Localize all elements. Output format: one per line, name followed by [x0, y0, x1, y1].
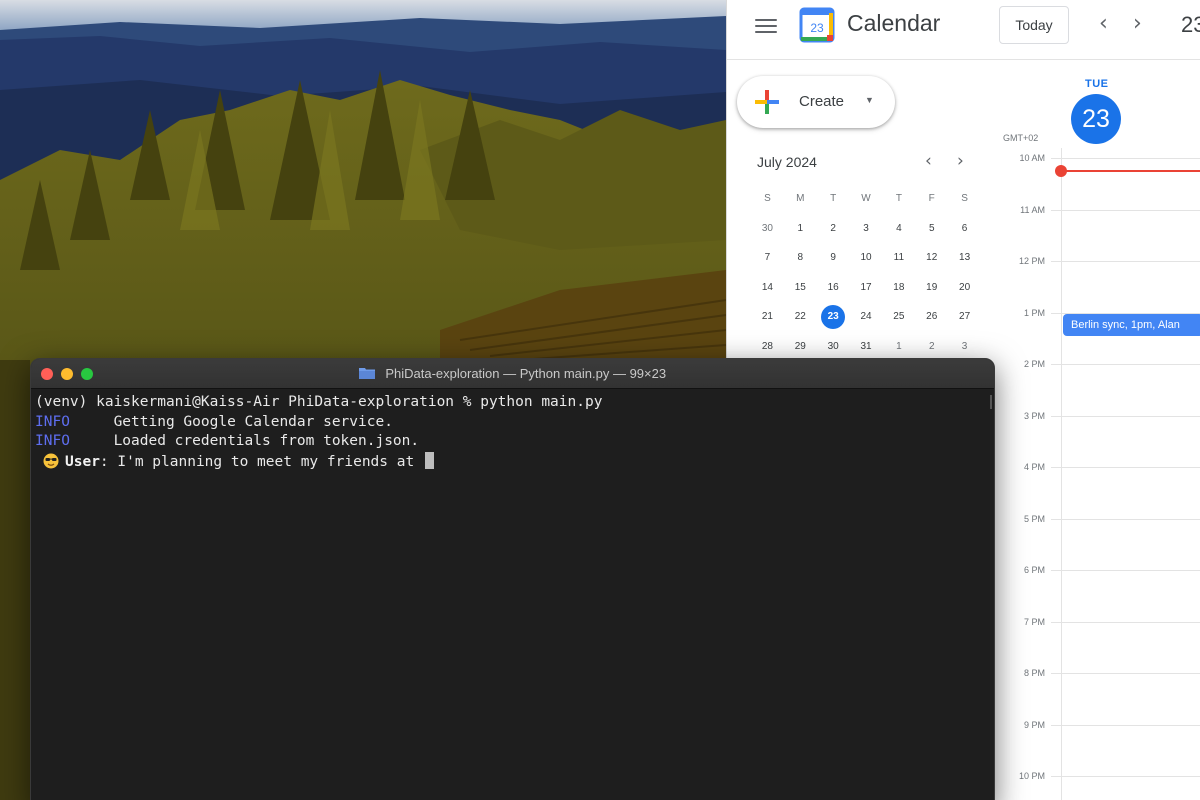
selected-day-number[interactable]: 23 — [1071, 94, 1121, 144]
hour-label: 10 PM — [1018, 771, 1045, 781]
terminal-prompt-line: (venv) kaiskermani@Kaiss-Air PhiData-exp… — [35, 393, 994, 413]
prev-period-icon[interactable]: ‹ — [1099, 12, 1108, 36]
log-level: INFO — [35, 413, 70, 430]
text-cursor — [424, 451, 434, 469]
user-input-line[interactable]: User: I'm planning to meet my friends at — [35, 451, 994, 473]
hour-label: 1 PM — [1023, 307, 1045, 318]
create-button[interactable]: Create ▼ — [737, 76, 895, 128]
hour-gridline — [1051, 467, 1200, 468]
calendar-header: 23 Calendar Today ‹ › 23 — [727, 0, 1200, 60]
timeline-divider — [1061, 148, 1062, 800]
caret-down-icon: ▼ — [865, 95, 874, 105]
terminal-titlebar[interactable]: PhiData-exploration — Python main.py — 9… — [31, 359, 994, 389]
terminal-window: PhiData-exploration — Python main.py — 9… — [30, 358, 995, 800]
hour-gridline — [1051, 570, 1200, 571]
scrollbar[interactable] — [990, 395, 992, 409]
hour-gridline — [1051, 158, 1200, 159]
user-label: User — [65, 453, 100, 470]
log-message: Getting Google Calendar service. — [113, 413, 393, 430]
hour-label: 5 PM — [1023, 513, 1045, 524]
hour-gridline — [1051, 415, 1200, 417]
hour-gridline — [1051, 261, 1200, 262]
header-date-label: 23 — [1181, 12, 1200, 37]
calendar-logo-icon: 23 — [799, 7, 835, 43]
next-period-icon[interactable]: › — [1133, 12, 1142, 36]
svg-text:23: 23 — [810, 21, 824, 35]
terminal-title: PhiData-exploration — Python main.py — 9… — [385, 366, 667, 381]
event-chip[interactable]: Berlin sync, 1pm, Alan — [1063, 314, 1200, 336]
hour-gridline — [1051, 673, 1200, 674]
hour-gridline — [1051, 724, 1200, 726]
hour-label: 6 PM — [1023, 565, 1045, 575]
create-label: Create — [799, 93, 845, 110]
timezone-label: GMT+02 — [1003, 133, 1039, 143]
current-time-dot — [1055, 165, 1067, 177]
hour-gridline — [1051, 776, 1200, 777]
sunglasses-emoji-icon — [43, 453, 59, 468]
plus-icon — [755, 90, 779, 114]
hour-label: 9 PM — [1023, 719, 1045, 730]
hour-label: 7 PM — [1023, 616, 1045, 627]
app-title: Calendar — [847, 10, 941, 36]
hour-label: 12 PM — [1018, 256, 1045, 266]
log-line: INFO Loaded credentials from token.json. — [35, 432, 994, 452]
hour-gridline — [1051, 312, 1200, 314]
hour-label: 4 PM — [1023, 462, 1045, 472]
main-menu-icon[interactable] — [755, 16, 777, 34]
hour-gridline — [1051, 518, 1200, 520]
today-button[interactable]: Today — [999, 6, 1069, 44]
hour-label: 3 PM — [1023, 410, 1045, 421]
hour-label: 10 AM — [1019, 153, 1045, 163]
current-time-line — [1061, 170, 1200, 172]
user-input-text[interactable]: : I'm planning to meet my friends at — [100, 454, 423, 470]
terminal-output[interactable]: (venv) kaiskermani@Kaiss-Air PhiData-exp… — [31, 389, 994, 800]
hour-label: 11 AM — [1020, 204, 1045, 215]
log-line: INFO Getting Google Calendar service. — [35, 413, 994, 433]
hour-label: 2 PM — [1023, 359, 1045, 369]
hour-label: 8 PM — [1023, 668, 1045, 678]
prompt-text: (venv) kaiskermani@Kaiss-Air PhiData-exp… — [35, 394, 603, 410]
folder-icon — [358, 368, 375, 379]
hour-gridline — [1051, 209, 1200, 211]
log-message: Loaded credentials from token.json. — [113, 433, 420, 449]
hour-gridline — [1051, 364, 1200, 365]
day-of-week-label: TUE — [1085, 78, 1109, 90]
hour-gridline — [1051, 621, 1200, 623]
log-level: INFO — [35, 433, 70, 449]
